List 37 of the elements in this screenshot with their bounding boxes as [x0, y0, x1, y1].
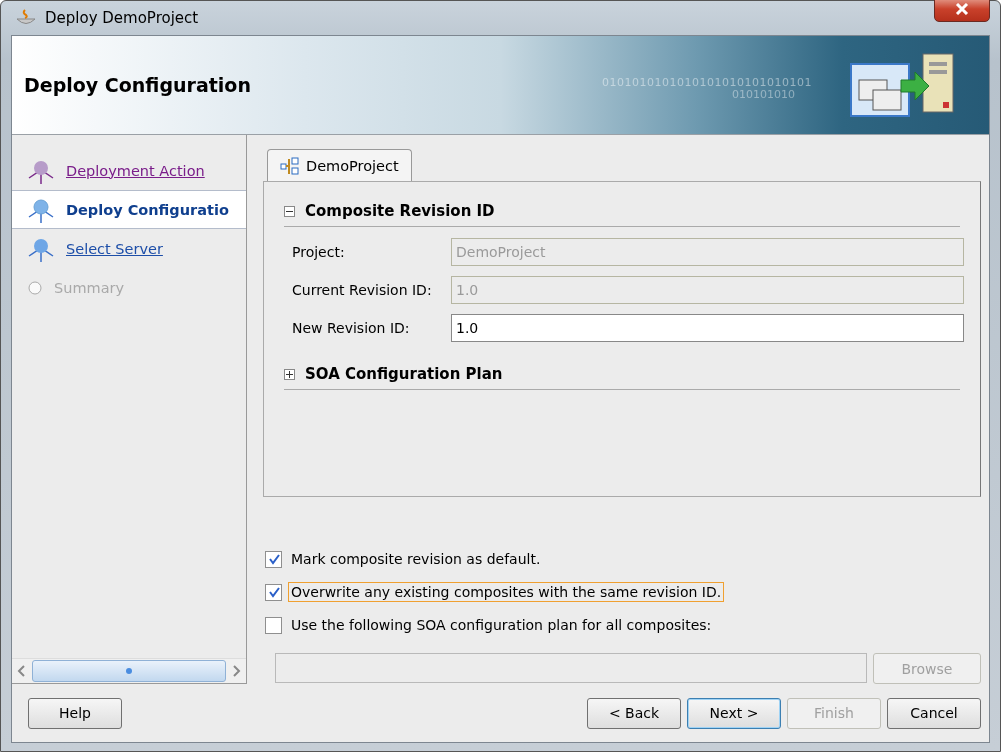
close-button[interactable]	[934, 0, 990, 22]
step-link: Select Server	[66, 240, 163, 257]
page-title: Deploy Configuration	[24, 74, 251, 96]
section-title: SOA Configuration Plan	[305, 365, 503, 383]
project-tab[interactable]: DemoProject	[267, 149, 412, 181]
field-label: New Revision ID:	[292, 320, 411, 336]
field-label: Current Revision ID:	[292, 282, 433, 298]
checkbox-label: Use the following SOA configuration plan for all composites:	[290, 616, 713, 635]
banner-binary-text: 0101010101010101010101010101	[602, 76, 812, 89]
scroll-thumb[interactable]	[32, 660, 226, 682]
expand-icon[interactable]	[284, 368, 295, 380]
field-label: Project:	[292, 244, 346, 260]
section-title: Composite Revision ID	[305, 202, 495, 220]
checkbox[interactable]	[265, 616, 282, 634]
step-link: Summary	[54, 279, 125, 296]
text-field[interactable]: 1.0	[451, 314, 964, 342]
banner-binary-text: 010101010	[732, 88, 795, 101]
close-icon	[955, 3, 969, 15]
composite-icon	[280, 156, 300, 175]
dialog-button[interactable]: < Back	[587, 697, 681, 729]
dialog-button[interactable]: Next >	[687, 697, 781, 729]
horizontal-scrollbar[interactable]	[12, 658, 246, 684]
checkbox-label: Mark composite revision as default.	[290, 550, 542, 569]
checkbox[interactable]	[265, 550, 282, 568]
checkbox-label: Overwrite any existing composites with the same revision ID.	[288, 582, 725, 602]
window-title: Deploy DemoProject	[45, 9, 200, 27]
step-node-icon	[26, 196, 56, 223]
step-link: Deploy Configuratio	[66, 201, 229, 218]
collapse-icon[interactable]	[284, 205, 295, 217]
wizard-step[interactable]: Select Server	[12, 229, 246, 268]
dialog-button[interactable]: Cancel	[887, 697, 981, 729]
wizard-step[interactable]: Deployment Action	[12, 151, 246, 190]
checkbox[interactable]	[265, 583, 282, 601]
step-circle-icon	[26, 278, 44, 297]
dialog-button[interactable]: Help	[28, 697, 122, 729]
wizard-step[interactable]: Deploy Configuratio	[12, 190, 246, 229]
step-link: Deployment Action	[66, 162, 205, 179]
